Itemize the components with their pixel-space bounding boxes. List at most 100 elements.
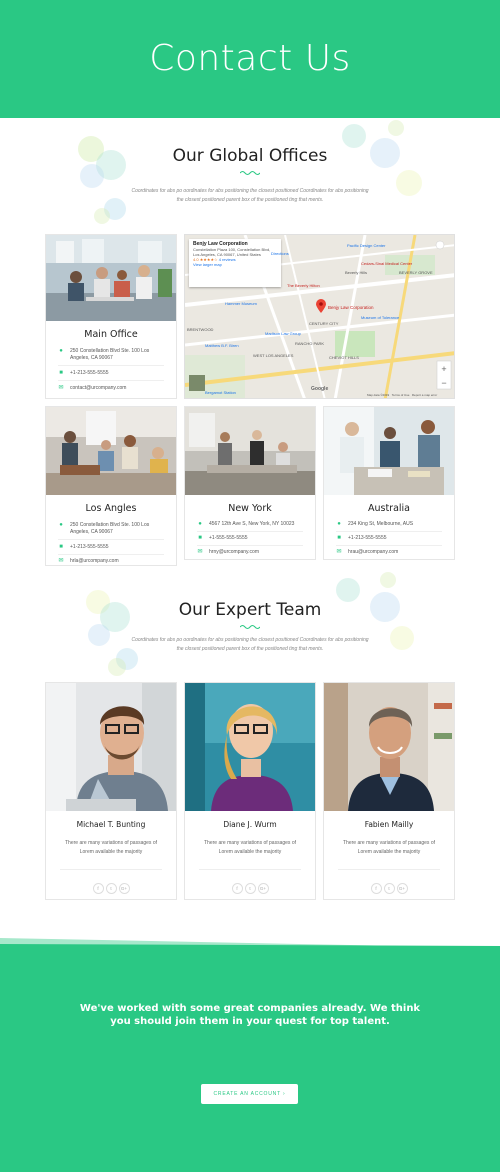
team-section-title: Our Expert Team [178,600,322,620]
svg-text:−: − [441,378,446,388]
map-marker-icon: ● [198,521,202,527]
team-card: Fabien Mailly There are many variations … [323,682,455,900]
map-label: Pacific Design Center [347,243,386,248]
map-label: BRENTWOOD [187,327,214,332]
twitter-icon[interactable]: t [105,883,117,894]
office-phone: ■ +1-555-555-5555 [197,535,303,546]
map-label: Madison Law Group [265,331,301,336]
team-member-name: Michael T. Bunting [76,820,146,829]
team-section-subtitle: Coordinates for abs po oordinates for ab… [131,637,369,652]
title-wave-divider [240,625,260,629]
office-address: ● 250 Constellation Blvd Ste. 100 Los An… [58,522,164,540]
email-icon: ✉ [58,385,64,391]
email-icon: ✉ [336,549,342,555]
phone-icon: ■ [59,544,63,550]
twitter-icon[interactable]: t [244,883,256,894]
map-label: CHEVIOT HILLS [329,355,359,360]
map-label: Museum of Tolerance [361,315,400,320]
map-label: CENTURY CITY [309,321,339,326]
map-label: Bergamot Station [205,390,236,395]
office-card-los-angles: Los Angles ● 250 Constellation Blvd Ste.… [45,406,177,566]
phone-icon: ■ [59,370,63,376]
team-photo [324,683,454,811]
office-address: ● 234 King St, Melbourne, AUS [336,521,442,532]
team-photo [46,683,176,811]
map-attribution: Map data ©2019 Terms of Use Report a map… [367,393,438,397]
map-label: The Beverly Hilton [287,283,320,288]
svg-text:+: + [441,364,446,374]
map-label: BEVERLY GROVE [399,270,433,275]
phone-icon: ■ [198,535,202,541]
social-links: f t G+ [46,877,176,895]
office-address: ● 250 Constellation Blvd Ste. 100 Los An… [58,348,164,366]
footer-tagline: We've worked with some great companies a… [79,1003,421,1027]
map-label: Hammer Museum [225,301,257,306]
office-email: ✉ contact@urcompany.com [58,385,127,391]
office-name: Main Office [84,329,138,340]
office-photo-los-angles [46,407,176,495]
hero-banner: Contact Us [0,0,500,118]
office-email: ✉ hrla@urcompany.com [58,558,119,564]
team-member-desc: There are many variations of passages of… [204,840,296,855]
office-name: Australia [367,503,411,514]
team-photo [185,683,315,811]
twitter-icon[interactable]: t [383,883,395,894]
office-card-australia: Australia ● 234 King St, Melbourne, AUS … [323,406,455,560]
map-marker-icon: ● [59,348,63,354]
google-plus-icon[interactable]: G+ [118,883,130,894]
map-marker-icon: ● [337,521,341,527]
office-card-new-york: New York ● 4567 12th Ave S, New York, NY… [184,406,316,560]
map-place-card: Benjy Law Corporation Constellation Plaz… [189,239,281,287]
google-plus-icon[interactable]: G+ [396,883,408,894]
team-member-name: Diane J. Wurm [223,820,277,829]
team-card: Diane J. Wurm There are many variations … [184,682,316,900]
facebook-icon[interactable]: f [370,883,382,894]
social-links: f t G+ [185,877,315,895]
page-title: Contact Us [149,38,351,79]
office-map[interactable]: + − Benjy Law Corporation Constellation … [184,234,455,399]
office-phone: ■ +1-213-555-5555 [58,544,164,555]
facebook-icon[interactable]: f [231,883,243,894]
map-marker-icon: ● [59,522,63,528]
office-photo-new-york [185,407,315,495]
social-links: f t G+ [324,877,454,895]
office-email: ✉ hrau@urcompany.com [336,549,399,555]
map-pin-icon [316,299,326,313]
office-phone: ■ +1-213-555-5555 [58,370,164,381]
map-view-larger-link[interactable]: View larger map [193,262,277,267]
office-email: ✉ hrny@urcompany.com [197,549,259,555]
team-card-divider [199,869,301,870]
facebook-icon[interactable]: f [92,883,104,894]
office-name: New York [228,503,272,514]
office-photo-australia [324,407,454,495]
offices-section-title: Our Global Offices [172,146,328,166]
map-label: Beverly Hills [345,270,368,275]
office-photo-main [46,235,176,321]
google-plus-icon[interactable]: G+ [257,883,269,894]
email-icon: ✉ [197,549,203,555]
footer-cta: We've worked with some great companies a… [0,948,500,1172]
team-member-name: Fabien Mailly [364,820,414,829]
team-member-desc: There are many variations of passages of… [65,840,157,855]
map-label: RANCHO PARK [295,341,325,346]
office-address: ● 4567 12th Ave S, New York, NY 10023 [197,521,303,532]
team-member-desc: There are many variations of passages of… [343,840,435,855]
create-account-button[interactable]: CREATE AN ACCOUNT › [201,1084,298,1104]
map-label: Matthew B.F. Biren [205,343,239,348]
office-name: Los Angles [85,503,137,514]
map-directions-link[interactable]: Directions [271,251,289,256]
offices-section-subtitle: Coordinates for abs po oordinates for ab… [131,188,369,203]
office-card-main: Main Office ● 250 Constellation Blvd Ste… [45,234,177,399]
map-label: WEST LOS ANGELES [253,353,294,358]
map-place-address: Constellation Plaza 100, Constellation B… [193,247,271,257]
title-wave-divider [240,171,260,175]
map-pin-label: Benjy Law Corporation [328,305,374,310]
office-phone: ■ +1-213-555-5555 [336,535,442,546]
team-card-divider [338,869,440,870]
team-card-divider [60,869,162,870]
map-label: Cedars-Sinai Medical Center [361,261,413,266]
google-logo: Google [311,386,329,392]
phone-icon: ■ [337,535,341,541]
team-card: Michael T. Bunting There are many variat… [45,682,177,900]
email-icon: ✉ [58,558,64,564]
